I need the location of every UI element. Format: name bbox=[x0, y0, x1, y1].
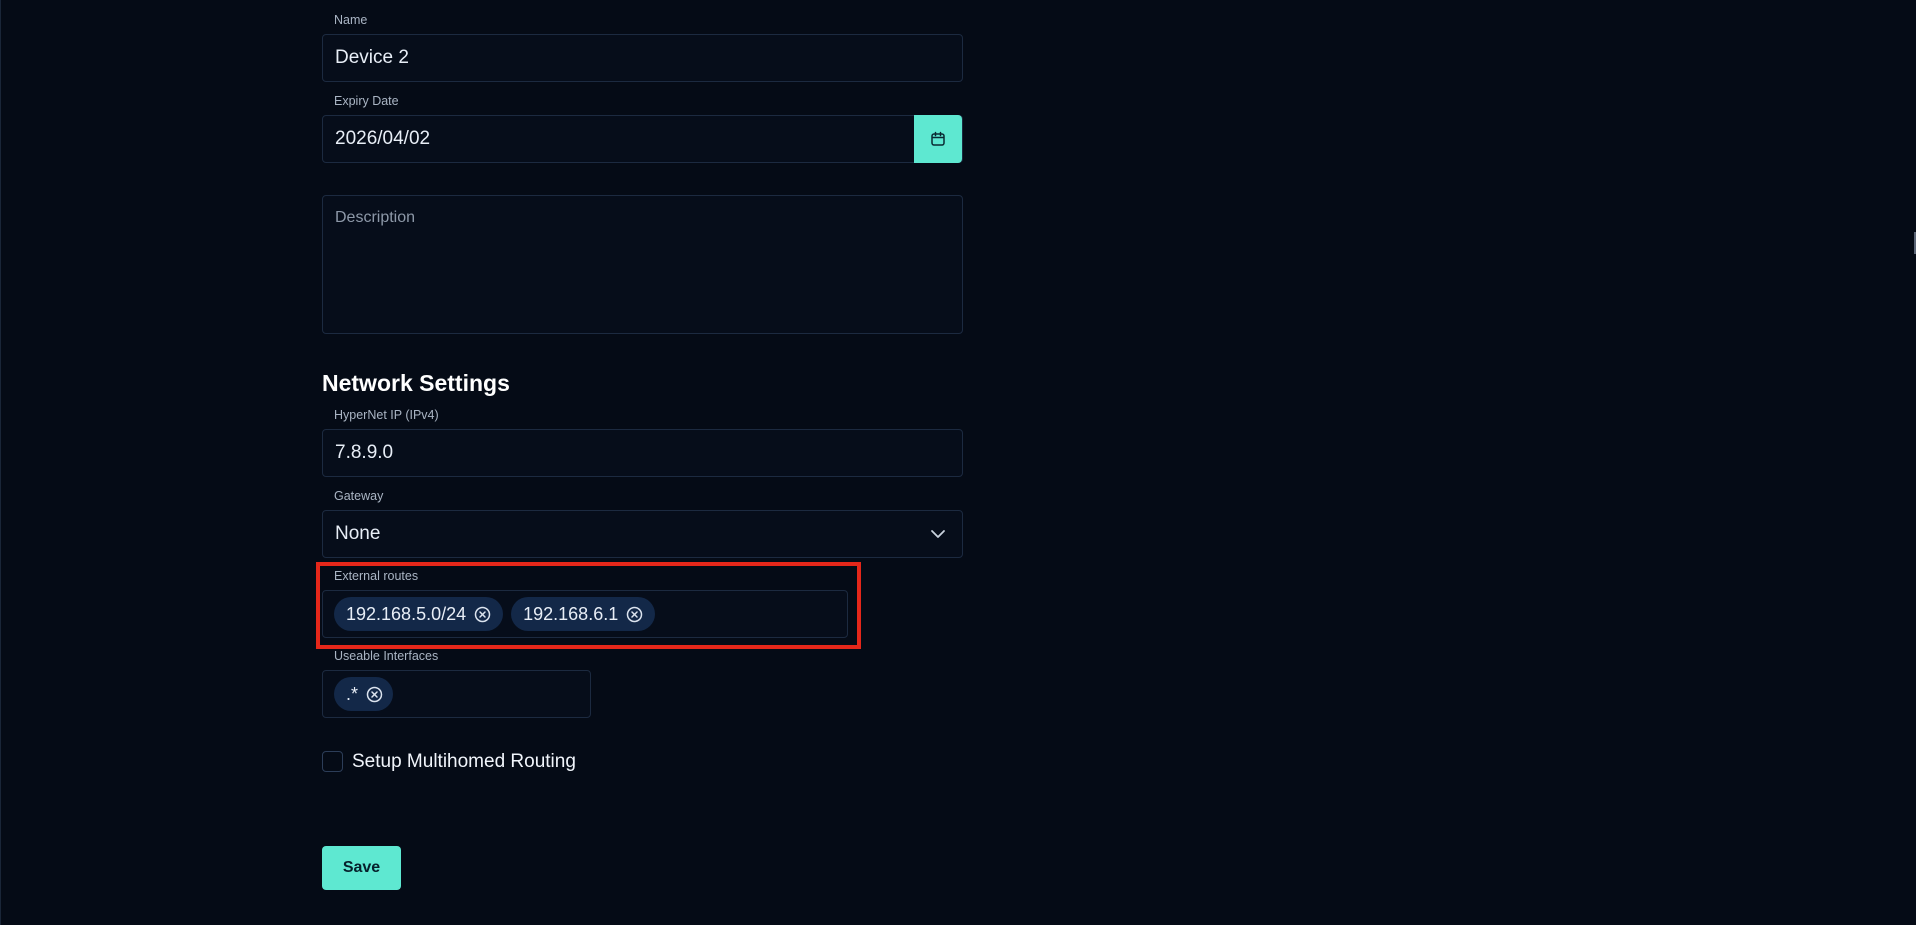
name-input[interactable]: Device 2 bbox=[322, 34, 963, 82]
network-settings-title: Network Settings bbox=[322, 370, 510, 396]
calendar-button[interactable] bbox=[914, 115, 962, 163]
remove-chip-icon[interactable] bbox=[366, 686, 383, 703]
calendar-icon bbox=[931, 131, 945, 146]
interface-chip-label: .* bbox=[346, 683, 359, 704]
interface-chip: .* bbox=[334, 677, 394, 711]
gateway-value: None bbox=[335, 523, 381, 544]
chevron-down-icon bbox=[931, 530, 945, 538]
expiry-date-value: 2026/04/02 bbox=[335, 128, 431, 149]
multihomed-label[interactable]: Setup Multihomed Routing bbox=[352, 751, 576, 773]
name-value: Device 2 bbox=[335, 47, 409, 68]
expiry-date-label: Expiry Date bbox=[334, 94, 399, 108]
description-placeholder: Description bbox=[335, 209, 416, 226]
name-label: Name bbox=[334, 13, 368, 27]
expiry-date-input[interactable]: 2026/04/02 bbox=[322, 115, 963, 163]
gateway-select[interactable]: None bbox=[322, 510, 963, 558]
save-button[interactable]: Save bbox=[322, 846, 401, 890]
description-textarea[interactable]: Description bbox=[322, 195, 963, 334]
multihomed-checkbox[interactable] bbox=[322, 751, 343, 772]
hypernet-ip-input[interactable]: 7.8.9.0 bbox=[322, 429, 963, 477]
hypernet-ip-value: 7.8.9.0 bbox=[335, 442, 394, 463]
useable-interfaces-label: Useable Interfaces bbox=[334, 649, 439, 663]
useable-interfaces-input[interactable]: .* bbox=[322, 670, 591, 718]
page: Name Device 2 Expiry Date 2026/04/02 Des… bbox=[0, 0, 1916, 925]
gateway-label: Gateway bbox=[334, 489, 384, 503]
highlight-box bbox=[316, 562, 861, 649]
hypernet-ip-label: HyperNet IP (IPv4) bbox=[334, 408, 439, 422]
